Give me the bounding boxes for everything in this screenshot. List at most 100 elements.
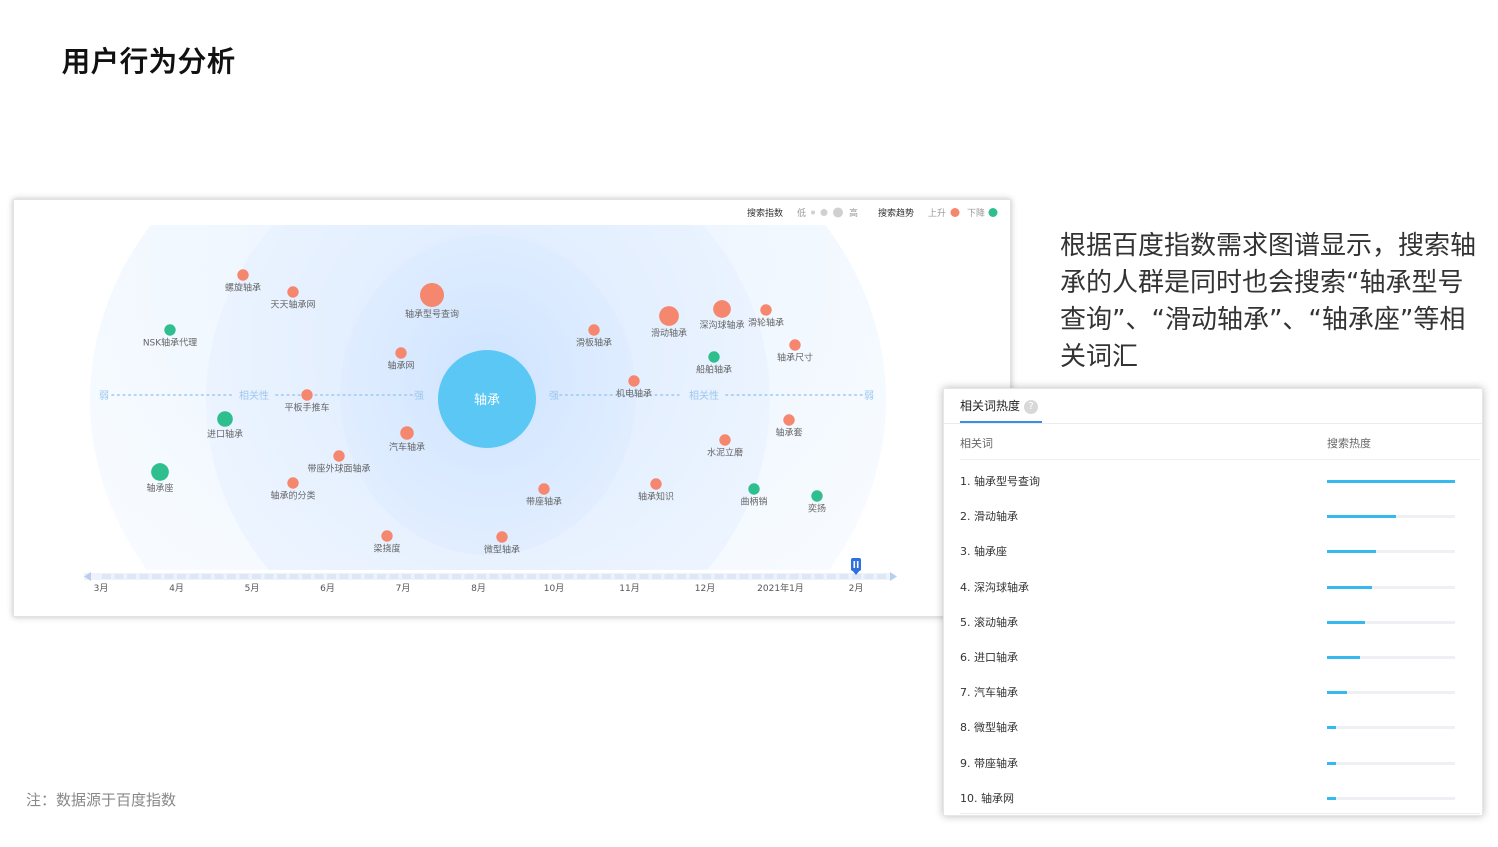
term-bubble[interactable] xyxy=(301,389,313,401)
term-label: 滑动轴承 xyxy=(651,327,687,339)
term-bubble[interactable] xyxy=(496,531,508,543)
timeline-next-arrow-icon[interactable] xyxy=(890,572,897,581)
timeline-month-label[interactable]: 7月 xyxy=(396,583,411,594)
term-bubble[interactable] xyxy=(708,351,720,363)
term-label: 进口轴承 xyxy=(207,428,243,440)
term-bubble[interactable] xyxy=(151,463,169,481)
timeline-tick xyxy=(527,574,536,579)
timeline-month-label[interactable]: 2021年1月 xyxy=(757,582,804,594)
term-bubble[interactable] xyxy=(287,477,299,489)
legend-up-dot xyxy=(950,208,960,217)
term-bubble[interactable] xyxy=(588,324,600,336)
heat-bar-fill xyxy=(1327,585,1372,589)
term-bubble[interactable] xyxy=(760,304,772,316)
term-bubble[interactable] xyxy=(538,483,550,495)
help-icon[interactable]: ? xyxy=(1024,399,1039,414)
term-label: 滑轮轴承 xyxy=(748,317,784,329)
term-bubble[interactable] xyxy=(628,375,640,387)
term-label: 水泥立磨 xyxy=(707,447,743,459)
heat-bar-track xyxy=(1327,796,1455,800)
list-item-label: 1. 轴承型号查询 xyxy=(960,475,1040,488)
legend-up: 上升 xyxy=(928,208,946,219)
term-label: 平板手推车 xyxy=(284,402,329,414)
term-bubble[interactable] xyxy=(217,411,233,427)
timeline-tick xyxy=(327,574,336,579)
timeline-month-label[interactable]: 2月 xyxy=(849,583,864,594)
timeline-tick xyxy=(489,574,499,579)
timeline-month-label[interactable]: 8月 xyxy=(471,583,486,594)
timeline-tick xyxy=(877,574,886,579)
term-label: 机电轴承 xyxy=(616,388,652,400)
term-bubble[interactable] xyxy=(287,286,299,298)
legend-down: 下降 xyxy=(967,207,985,219)
term-bubble[interactable] xyxy=(164,324,176,336)
heat-bar-fill xyxy=(1327,550,1376,554)
timeline-tick xyxy=(164,574,174,579)
tab-divider xyxy=(944,423,1482,424)
list-item[interactable]: 7. 汽车轴承 xyxy=(944,672,1482,707)
term-bubble[interactable] xyxy=(650,478,662,490)
timeline-tick xyxy=(189,574,199,579)
demand-graph: 弱 相关性 强 强 相关性 弱 轴承 螺旋轴承天天轴承网 NSK轴承代理 轴承型号查询轴承网平… xyxy=(84,207,998,594)
demand-graph-panel: 弱 相关性 强 强 相关性 弱 轴承 螺旋轴承 天天轴承网 NSK轴承代理 轴承型号查询 轴承网平… xyxy=(13,199,1011,617)
term-bubble[interactable] xyxy=(719,434,731,446)
timeline-tick xyxy=(614,574,624,579)
timeline-month-label[interactable]: 10月 xyxy=(544,583,564,594)
timeline-month-label[interactable]: 5月 xyxy=(245,583,260,594)
heat-bar-track xyxy=(1327,655,1455,659)
timeline-month-label[interactable]: 3月 xyxy=(94,583,109,594)
timeline-tick xyxy=(389,574,399,579)
term-label: 天天轴承网 xyxy=(270,299,315,311)
term-bubble[interactable] xyxy=(400,426,414,440)
timeline-month-label[interactable]: 6月 xyxy=(320,583,335,594)
term-bubble[interactable] xyxy=(381,530,393,542)
timeline-tick xyxy=(802,574,811,579)
list-item[interactable]: 6. 进口轴承 xyxy=(944,637,1482,672)
list-item-label: 6. 进口轴承 xyxy=(960,650,1018,664)
pause-icon[interactable] xyxy=(851,558,861,575)
term-bubble[interactable] xyxy=(420,283,444,307)
list-item[interactable]: 4. 深沟球轴承 xyxy=(944,567,1482,602)
term-bubble[interactable] xyxy=(789,339,801,351)
term-label: NSK轴承代理 xyxy=(143,337,197,349)
timeline-tick xyxy=(139,574,149,579)
timeline-month-label[interactable]: 11月 xyxy=(619,583,639,594)
timeline-month-label[interactable]: 4月 xyxy=(169,583,184,594)
term-label: 带座外球面轴承 xyxy=(307,463,370,475)
term-bubble[interactable] xyxy=(783,414,795,426)
term-bubble[interactable] xyxy=(333,450,345,462)
timeline-tick xyxy=(427,574,436,579)
legend-low: 低 xyxy=(797,207,806,219)
heat-bar-track xyxy=(1327,726,1455,730)
heat-bar-track xyxy=(1327,585,1455,589)
list-item[interactable]: 5. 滚动轴承 xyxy=(944,602,1482,637)
timeline-tick xyxy=(102,574,111,579)
list-item[interactable]: 10. 轴承网 xyxy=(944,778,1482,813)
timeline-tick xyxy=(689,574,699,579)
term-bubble[interactable] xyxy=(395,347,407,359)
list-item[interactable]: 8. 微型轴承 xyxy=(944,707,1482,742)
term-bubble[interactable] xyxy=(748,483,760,495)
term-bubble[interactable] xyxy=(811,490,823,502)
list-item[interactable]: 3. 轴承座 xyxy=(944,531,1482,566)
timeline-tick xyxy=(777,574,786,579)
timeline-tick xyxy=(864,574,874,579)
timeline-tick xyxy=(339,574,349,579)
tab-related-heat[interactable]: 相关词热度? xyxy=(960,393,1043,423)
list-item-label: 2. 滑动轴承 xyxy=(960,510,1018,524)
list-item[interactable]: 2. 滑动轴承 xyxy=(944,496,1482,531)
timeline-tick xyxy=(539,574,549,579)
timeline-tick xyxy=(402,574,411,579)
term-bubble[interactable] xyxy=(237,269,249,281)
term-label: 微型轴承 xyxy=(484,544,520,556)
term-bubble[interactable] xyxy=(713,300,731,318)
term-bubble[interactable] xyxy=(659,306,679,326)
timeline-tick xyxy=(314,574,324,579)
timeline-tick xyxy=(714,574,724,579)
legend-dot-large xyxy=(833,207,843,218)
axis-relevance-left: 相关性 xyxy=(239,389,269,402)
timeline-tick xyxy=(502,574,511,579)
timeline-month-label[interactable]: 12月 xyxy=(695,583,715,594)
list-item[interactable]: 9. 带座轴承 xyxy=(944,743,1482,778)
list-item[interactable]: 1. 轴承型号查询 xyxy=(944,461,1482,496)
